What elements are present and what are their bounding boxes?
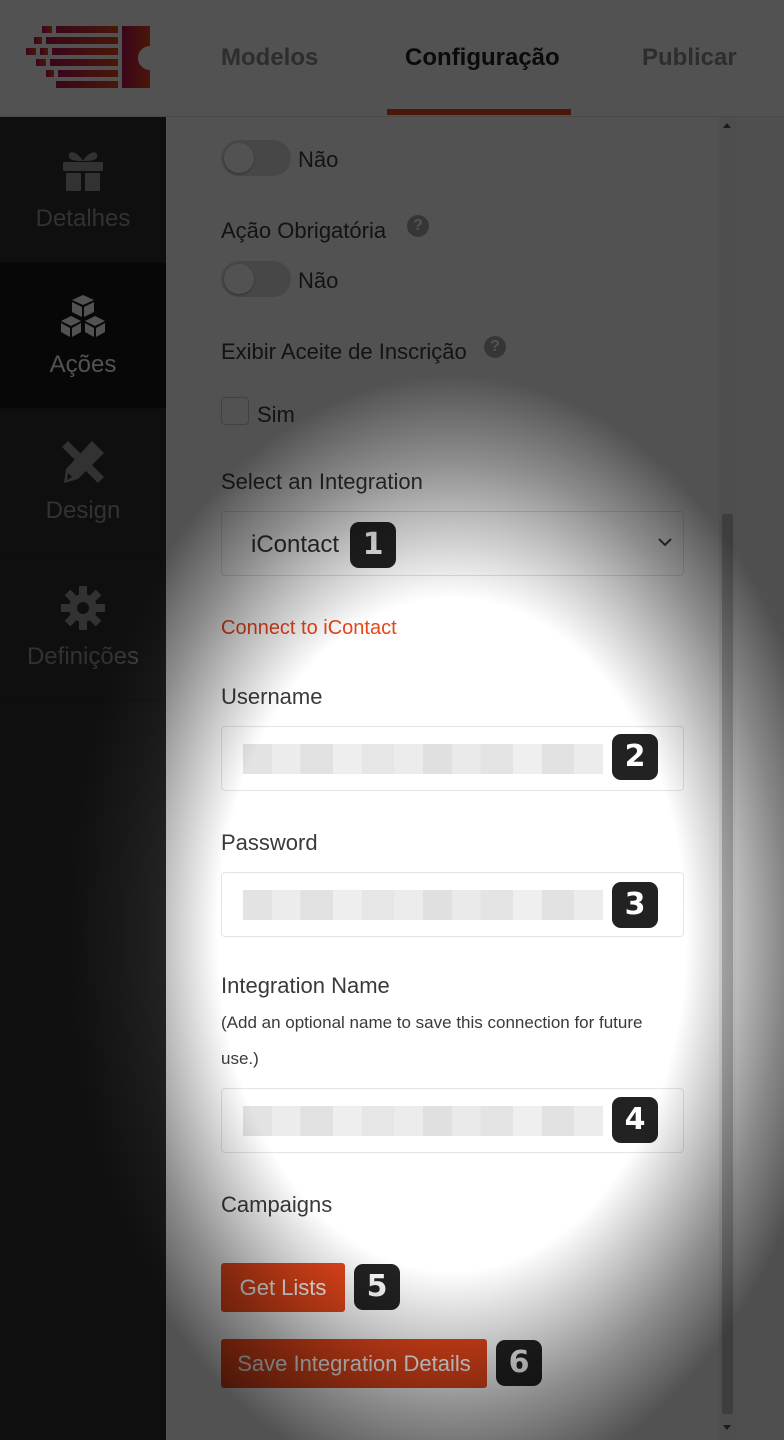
top-header: Modelos Configuração Publicar — [0, 0, 784, 117]
step-badge-5: 5 — [354, 1264, 400, 1310]
active-tab-indicator — [387, 109, 571, 115]
sidebar-item-label: Ações — [49, 351, 117, 378]
step-badge-4: 4 — [612, 1097, 658, 1143]
password-label: Password — [221, 830, 318, 855]
integration-select-label: Select an Integration — [221, 469, 423, 494]
sidebar-item-definicoes[interactable]: Definições — [0, 555, 166, 701]
sidebar-item-label: Definições — [26, 643, 140, 670]
step-badge-1: 1 — [350, 522, 396, 568]
sidebar-item-acoes[interactable]: Ações — [0, 263, 166, 409]
pencil-ruler-icon — [62, 441, 104, 483]
redacted-value — [243, 744, 603, 774]
right-gutter — [736, 117, 784, 1440]
redacted-value — [243, 890, 603, 920]
help-icon[interactable]: ? — [407, 215, 429, 237]
get-lists-button[interactable]: Get Lists — [221, 1263, 345, 1312]
step-badge-6: 6 — [496, 1340, 542, 1386]
required-action-value: Não — [298, 268, 339, 293]
sidebar-item-design[interactable]: Design — [0, 409, 166, 555]
integration-name-help: (Add an optional name to save this conne… — [221, 1013, 643, 1032]
sidebar: Detalhes Ações Design Definições — [0, 117, 166, 1440]
sidebar-item-label: Detalhes — [35, 205, 131, 232]
required-action-toggle[interactable] — [221, 261, 291, 297]
username-label: Username — [221, 684, 323, 709]
optin-label: Exibir Aceite de Inscrição — [221, 339, 467, 364]
scrollbar-thumb[interactable] — [722, 514, 733, 1414]
scroll-up-arrow-icon[interactable] — [723, 123, 731, 128]
tab-publicar[interactable]: Publicar — [642, 44, 737, 72]
integration-name-label: Integration Name — [221, 973, 390, 998]
scroll-down-arrow-icon[interactable] — [723, 1425, 731, 1430]
sidebar-item-label: Design — [45, 497, 121, 524]
tab-modelos[interactable]: Modelos — [221, 44, 318, 72]
gear-icon — [61, 586, 105, 630]
chevron-down-icon — [658, 538, 672, 547]
step-badge-3: 3 — [612, 882, 658, 928]
cubes-icon — [61, 295, 105, 337]
integration-select-value: iContact — [251, 531, 340, 558]
redacted-value — [243, 1106, 603, 1136]
first-toggle-label: Não — [298, 147, 339, 172]
first-toggle[interactable] — [221, 140, 291, 176]
connect-link[interactable]: Connect to iContact — [221, 617, 397, 640]
sidebar-item-detalhes[interactable]: Detalhes — [0, 117, 166, 263]
campaigns-label: Campaigns — [221, 1192, 333, 1217]
logo-icon — [26, 26, 150, 88]
integration-select[interactable]: iContact — [221, 511, 684, 576]
integration-name-help-2: use.) — [221, 1049, 259, 1068]
save-integration-button[interactable]: Save Integration Details — [221, 1339, 487, 1388]
help-icon[interactable]: ? — [484, 336, 506, 358]
tab-configuracao[interactable]: Configuração — [405, 44, 560, 72]
required-action-label: Ação Obrigatória — [221, 218, 387, 243]
optin-checkbox-label: Sim — [257, 402, 295, 427]
gift-icon — [63, 152, 103, 191]
step-badge-2: 2 — [612, 734, 658, 780]
scrollbar[interactable] — [719, 117, 736, 1440]
optin-checkbox[interactable] — [221, 397, 249, 425]
